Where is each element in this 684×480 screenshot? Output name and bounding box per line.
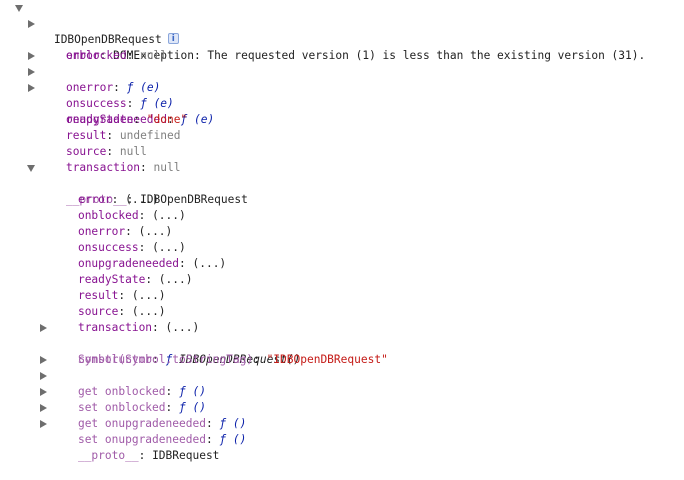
- collapsed-triangle-icon[interactable]: [40, 404, 47, 412]
- collapsed-triangle-icon[interactable]: [40, 356, 47, 364]
- function-signature: (e): [193, 113, 215, 126]
- accessor-item[interactable]: onblocked: (...): [51, 192, 186, 222]
- accessor-item[interactable]: onupgradeneeded: (...): [51, 240, 226, 270]
- tree-root[interactable]: IDBOpenDBRequest: [15, 0, 179, 47]
- accessor-item[interactable]: source: (...): [51, 288, 166, 318]
- prop-proto[interactable]: __proto__: IDBOpenDBRequest: [27, 160, 248, 206]
- prop-key: set onupgradeneeded: [77, 433, 206, 446]
- setter-onupgradeneeded[interactable]: set onupgradeneeded: ƒ (): [40, 400, 246, 446]
- function-signature: (): [232, 417, 247, 430]
- prop-key: __proto__: [77, 449, 139, 462]
- collapsed-triangle-icon[interactable]: [28, 52, 35, 60]
- prop-inner-proto[interactable]: __proto__: IDBRequest: [40, 416, 219, 462]
- collapsed-triangle-icon[interactable]: [28, 68, 35, 76]
- prop-onupgradeneeded[interactable]: onupgradeneeded: ƒ (e): [28, 80, 214, 126]
- collapsed-triangle-icon[interactable]: [40, 420, 47, 428]
- prop-error[interactable]: error: DOMException: The requested versi…: [28, 16, 645, 62]
- collapsed-triangle-icon[interactable]: [40, 388, 47, 396]
- accessor-item[interactable]: onsuccess: (...): [51, 224, 186, 254]
- expanded-triangle-icon[interactable]: [27, 165, 35, 172]
- expanded-triangle-icon[interactable]: [15, 5, 23, 12]
- collapsed-triangle-icon[interactable]: [40, 324, 47, 332]
- prop-onblocked: onblocked: null: [65, 49, 168, 62]
- getter-onupgradeneeded[interactable]: get onupgradeneeded: ƒ (): [40, 384, 246, 430]
- collapsed-triangle-icon[interactable]: [28, 84, 35, 92]
- prop-constructor[interactable]: constructor: ƒ IDBOpenDBRequest(): [40, 320, 300, 366]
- prop-transaction: transaction: null: [65, 161, 181, 174]
- prop-value: IDBRequest: [152, 449, 220, 462]
- info-icon[interactable]: [167, 31, 179, 47]
- prop-readystate: readyState: "done": [65, 113, 188, 126]
- prop-value: "IDBOpenDBRequest": [266, 353, 388, 366]
- collapsed-triangle-icon[interactable]: [28, 20, 35, 28]
- accessor-item[interactable]: transaction: (...): [51, 304, 199, 334]
- prop-result: result: undefined: [65, 129, 181, 142]
- getter-onblocked[interactable]: get onblocked: ƒ (): [40, 352, 206, 398]
- console-object-tree: IDBOpenDBRequest error: DOMException: Th…: [0, 0, 684, 462]
- prop-onsuccess[interactable]: onsuccess: ƒ (e): [28, 64, 174, 110]
- collapsed-triangle-icon[interactable]: [40, 372, 47, 380]
- accessor-item[interactable]: readyState: (...): [51, 256, 193, 286]
- accessor-item[interactable]: result: (...): [51, 272, 166, 302]
- accessor-item[interactable]: onerror: (...): [51, 208, 172, 238]
- prop-source: source: null: [65, 145, 147, 158]
- lazy-value[interactable]: (...): [192, 257, 226, 270]
- accessor-item[interactable]: error: (...): [51, 176, 159, 206]
- prop-tostringtag: Symbol(Symbol.toStringTag): "IDBOpenDBRe…: [77, 353, 388, 366]
- function-signature: (): [232, 433, 247, 446]
- prop-value: DOMException: The requested version (1) …: [113, 49, 646, 62]
- setter-onblocked[interactable]: set onblocked: ƒ (): [40, 368, 206, 414]
- prop-onerror[interactable]: onerror: ƒ (e): [28, 48, 160, 94]
